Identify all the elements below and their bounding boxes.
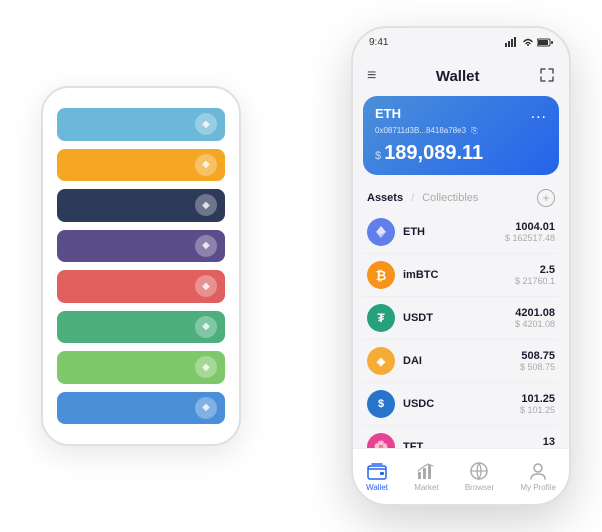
- copy-icon[interactable]: ⎘: [471, 126, 477, 135]
- card-icon: ◆: [195, 275, 217, 297]
- card-icon: ◆: [195, 194, 217, 216]
- wallet-nav-label: Wallet: [366, 483, 388, 492]
- asset-name-eth: ETH: [403, 226, 505, 238]
- asset-name-dai: DAI: [403, 355, 520, 367]
- asset-item-usdc[interactable]: $ USDC 101.25 $ 101.25: [363, 383, 559, 426]
- signal-icon: [505, 37, 519, 47]
- profile-nav-label: My Profile: [520, 483, 556, 492]
- card-icon: ◆: [195, 154, 217, 176]
- asset-values-usdt: 4201.08 $ 4201.08: [515, 307, 555, 329]
- usdc-usd: $ 101.25: [520, 405, 555, 415]
- profile-icon: [528, 461, 548, 481]
- asset-name-tft: TFT: [403, 441, 543, 448]
- card-icon: ◆: [195, 316, 217, 338]
- status-bar: 9:41: [353, 28, 569, 56]
- page-title: Wallet: [436, 68, 480, 85]
- nav-item-wallet[interactable]: Wallet: [366, 461, 388, 492]
- asset-item-eth[interactable]: ETH 1004.01 $ 162517.48: [363, 211, 559, 254]
- assets-header: Assets / Collectibles +: [353, 185, 569, 211]
- phone-content: ETH ... 0x08711d3B...8418a78e3 ⎘ $ 189,0…: [353, 96, 569, 448]
- tft-amount: 13: [543, 436, 555, 448]
- usdt-icon: ₮: [367, 304, 395, 332]
- imbtc-amount: 2.5: [515, 264, 555, 276]
- status-icons: [505, 37, 553, 47]
- assets-tabs: Assets / Collectibles: [367, 192, 478, 204]
- list-item: ◆: [57, 392, 225, 425]
- imbtc-icon: ₿: [367, 261, 395, 289]
- asset-name-usdc: USDC: [403, 398, 520, 410]
- nav-item-browser[interactable]: Browser: [465, 461, 494, 492]
- usdc-amount: 101.25: [520, 393, 555, 405]
- list-item: ◆: [57, 311, 225, 344]
- wallet-icon: [367, 461, 387, 481]
- tab-separator: /: [411, 192, 414, 204]
- dai-icon: ◈: [367, 347, 395, 375]
- nav-item-market[interactable]: Market: [414, 461, 438, 492]
- asset-values-imbtc: 2.5 $ 21760.1: [515, 264, 555, 286]
- browser-icon: [469, 461, 489, 481]
- imbtc-usd: $ 21760.1: [515, 276, 555, 286]
- asset-values-dai: 508.75 $ 508.75: [520, 350, 555, 372]
- eth-card-balance: 189,089.11: [384, 142, 483, 164]
- foreground-phone: 9:41: [351, 26, 571, 506]
- market-icon: [416, 461, 436, 481]
- usdc-icon: $: [367, 390, 395, 418]
- dai-amount: 508.75: [520, 350, 555, 362]
- list-item: ◆: [57, 189, 225, 222]
- list-item: ◆: [57, 351, 225, 384]
- asset-values-tft: 13 0: [543, 436, 555, 448]
- time-display: 9:41: [369, 37, 388, 48]
- eth-card-address: 0x08711d3B...8418a78e3 ⎘: [375, 126, 547, 136]
- asset-list: ETH 1004.01 $ 162517.48 ₿ imBTC 2.5 $ 21…: [353, 211, 569, 448]
- battery-icon: [537, 38, 553, 47]
- card-icon: ◆: [195, 113, 217, 135]
- usdt-usd: $ 4201.08: [515, 319, 555, 329]
- wifi-icon: [522, 37, 534, 47]
- phone-header: ≡ Wallet: [353, 56, 569, 96]
- eth-icon: [367, 218, 395, 246]
- asset-item-dai[interactable]: ◈ DAI 508.75 $ 508.75: [363, 340, 559, 383]
- eth-card: ETH ... 0x08711d3B...8418a78e3 ⎘ $ 189,0…: [363, 96, 559, 175]
- eth-amount: 1004.01: [505, 221, 555, 233]
- eth-usd: $ 162517.48: [505, 233, 555, 243]
- usdt-amount: 4201.08: [515, 307, 555, 319]
- tab-assets[interactable]: Assets: [367, 192, 403, 204]
- list-item: ◆: [57, 149, 225, 182]
- dai-usd: $ 508.75: [520, 362, 555, 372]
- background-phone: ◆ ◆ ◆ ◆ ◆ ◆ ◆ ◆: [41, 86, 241, 446]
- bottom-nav: Wallet Market: [353, 448, 569, 504]
- card-icon: ◆: [195, 356, 217, 378]
- list-item: ◆: [57, 108, 225, 141]
- asset-item-usdt[interactable]: ₮ USDT 4201.08 $ 4201.08: [363, 297, 559, 340]
- asset-item-tft[interactable]: 🌸 TFT 13 0: [363, 426, 559, 448]
- add-asset-button[interactable]: +: [537, 189, 555, 207]
- nav-item-profile[interactable]: My Profile: [520, 461, 556, 492]
- eth-card-amount-row: $ 189,089.11: [375, 142, 547, 165]
- asset-values-eth: 1004.01 $ 162517.48: [505, 221, 555, 243]
- tab-collectibles[interactable]: Collectibles: [422, 192, 478, 204]
- tft-icon: 🌸: [367, 433, 395, 448]
- browser-nav-label: Browser: [465, 483, 494, 492]
- scene: ◆ ◆ ◆ ◆ ◆ ◆ ◆ ◆ 9:41: [11, 11, 591, 521]
- list-item: ◆: [57, 270, 225, 303]
- card-icon: ◆: [195, 397, 217, 419]
- eth-card-header: ETH ...: [375, 106, 547, 122]
- asset-name-usdt: USDT: [403, 312, 515, 324]
- card-icon: ◆: [195, 235, 217, 257]
- dollar-sign: $: [375, 150, 384, 162]
- expand-icon[interactable]: [539, 67, 555, 86]
- asset-values-usdc: 101.25 $ 101.25: [520, 393, 555, 415]
- asset-name-imbtc: imBTC: [403, 269, 515, 281]
- market-nav-label: Market: [414, 483, 438, 492]
- eth-card-menu[interactable]: ...: [531, 106, 547, 122]
- list-item: ◆: [57, 230, 225, 263]
- eth-card-name: ETH: [375, 106, 401, 121]
- asset-item-imbtc[interactable]: ₿ imBTC 2.5 $ 21760.1: [363, 254, 559, 297]
- menu-icon[interactable]: ≡: [367, 67, 376, 85]
